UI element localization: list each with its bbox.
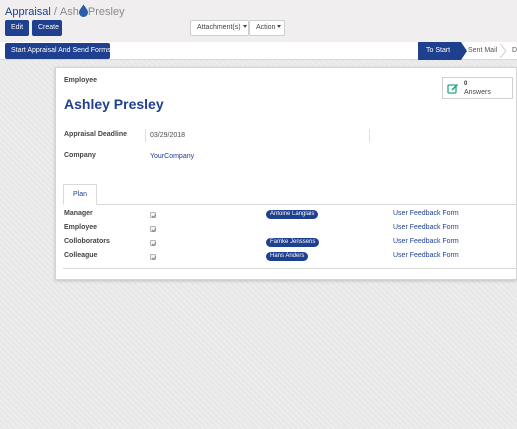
plan-row-form-link[interactable]: User Feedback Form — [393, 224, 459, 231]
plan-row-checkbox[interactable] — [150, 240, 157, 247]
create-button[interactable]: Create — [32, 20, 62, 36]
answers-smart-button[interactable]: 0 Answers — [442, 77, 513, 99]
check-icon — [151, 242, 157, 247]
deadline-label: Appraisal Deadline — [64, 131, 128, 138]
plan-row-tag[interactable]: Hans Anders — [266, 252, 309, 261]
stage-sent-mail[interactable]: Sent Mail — [468, 42, 497, 60]
start-appraisal-button[interactable]: Start Appraisal And Send Forms — [5, 43, 111, 59]
action-label: Action — [256, 24, 276, 31]
employee-name: Ashley Presley — [64, 96, 164, 112]
tab-plan[interactable]: Plan — [63, 184, 97, 205]
tab-divider — [63, 204, 517, 205]
caret-down-icon — [277, 25, 282, 28]
form-sheet: Employee Ashley Presley 0 Answers Apprai… — [55, 67, 517, 280]
check-icon — [151, 228, 157, 233]
action-dropdown[interactable]: Action — [249, 20, 285, 36]
stage-to-start[interactable]: To Start — [418, 42, 467, 60]
plan-row-label: Colleague — [64, 252, 98, 259]
breadcrumb-current: Ash Presley — [60, 4, 125, 18]
control-panel: Appraisal / Ash Presley Edit Create Attachm… — [0, 0, 517, 42]
stage-next[interactable]: D — [512, 42, 517, 60]
plan-row-tag[interactable]: Famke Jenssens — [266, 238, 320, 247]
field-divider — [145, 129, 146, 142]
form-footer-divider — [63, 268, 517, 269]
chevron-right-icon — [499, 44, 507, 58]
company-link[interactable]: YourCompany — [150, 153, 194, 160]
plan-row-label: Employee — [64, 224, 98, 231]
check-icon — [151, 256, 157, 261]
plan-row-label: Colloborators — [64, 238, 110, 245]
attachments-dropdown[interactable]: Attachment(s) — [190, 20, 249, 36]
answers-count: 0 — [464, 81, 468, 87]
plan-row-tag[interactable]: Antoine Langlais — [266, 210, 319, 219]
plan-row-form-link[interactable]: User Feedback Form — [393, 238, 459, 245]
deadline-value: 03/29/2018 — [150, 132, 186, 139]
breadcrumb-current-part2: Presley — [87, 6, 125, 18]
breadcrumb: Appraisal / Ash Presley — [5, 4, 125, 18]
check-icon — [151, 214, 157, 219]
pencil-square-icon — [447, 83, 459, 94]
employee-label: Employee — [64, 77, 98, 84]
plan-row-form-link[interactable]: User Feedback Form — [393, 252, 459, 259]
field-divider — [369, 129, 370, 142]
plan-row-form-link[interactable]: User Feedback Form — [393, 210, 459, 217]
answers-label: Answers — [464, 89, 491, 96]
breadcrumb-separator: / — [53, 6, 57, 18]
caret-down-icon — [242, 25, 247, 28]
edit-button[interactable]: Edit — [5, 20, 29, 36]
plan-row-checkbox[interactable] — [150, 212, 157, 219]
breadcrumb-parent-link[interactable]: Appraisal — [5, 6, 51, 18]
company-label: Company — [64, 152, 96, 159]
plan-row-label: Manager — [64, 210, 93, 217]
plan-row-checkbox[interactable] — [150, 254, 157, 261]
attachments-label: Attachment(s) — [197, 24, 241, 31]
plan-row-checkbox[interactable] — [150, 226, 157, 233]
status-bar: Start Appraisal And Send Forms To Start … — [0, 42, 517, 60]
